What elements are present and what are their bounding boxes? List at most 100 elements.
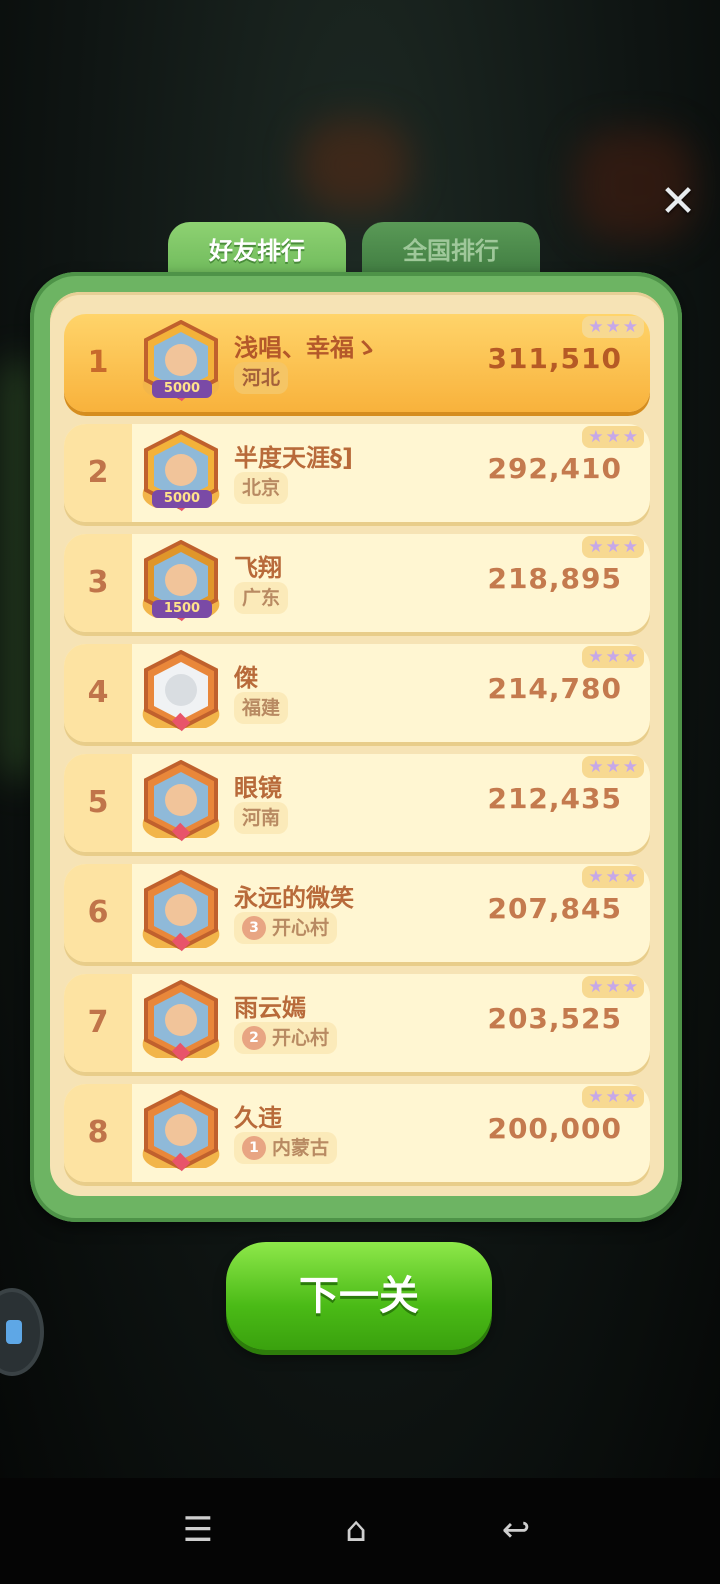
location-text: 广东 (242, 587, 281, 609)
star-icon: ★ (605, 427, 621, 447)
side-menu-button[interactable] (0, 1292, 40, 1372)
location-text: 开心村 (272, 917, 330, 939)
photo-woman-avatar-icon[interactable] (136, 1090, 226, 1176)
stars-rating: ★ ★ ★ (582, 756, 644, 778)
star-icon: ★ (622, 537, 638, 557)
stars-rating: ★ ★ ★ (582, 316, 644, 338)
system-nav-bar: ☰ ⌂ ↩ (0, 1478, 720, 1584)
player-name: 久违 (234, 1104, 282, 1132)
leaderboard-row[interactable]: 4 傑福建 214,780 ★ ★ ★ (64, 644, 650, 742)
stars-rating: ★ ★ ★ (582, 1086, 644, 1108)
star-icon: ★ (588, 647, 604, 667)
location-text: 北京 (242, 477, 281, 499)
player-location: 2 开心村 (234, 1022, 338, 1054)
background-decor (300, 120, 410, 210)
player-name: 永远的微笑 (234, 884, 354, 912)
star-icon: ★ (622, 317, 638, 337)
back-icon[interactable]: ↩ (486, 1500, 546, 1560)
player-score: 214,780 (487, 672, 622, 705)
stars-rating: ★ ★ ★ (582, 426, 644, 448)
leaderboard-row[interactable]: 6 永远的微笑 3 开心村 207,845 ★ ★ ★ (64, 864, 650, 962)
player-location: 1 内蒙古 (234, 1132, 338, 1164)
photo-avatar-icon[interactable] (136, 980, 226, 1066)
star-icon: ★ (605, 867, 621, 887)
location-text: 内蒙古 (272, 1137, 330, 1159)
player-location: 北京 (234, 472, 289, 504)
star-icon: ★ (622, 867, 638, 887)
player-score: 218,895 (487, 562, 622, 595)
player-name: 半度天涯§] (234, 444, 353, 472)
star-icon: ★ (622, 977, 638, 997)
player-name: 眼镜 (234, 774, 282, 802)
player-location: 3 开心村 (234, 912, 338, 944)
avatar-badge: 5000 (152, 490, 212, 508)
level-badge-icon: 1 (242, 1136, 266, 1160)
player-name: 浅唱、幸福ゝ (234, 334, 378, 362)
star-icon: ★ (605, 537, 621, 557)
star-icon: ★ (588, 977, 604, 997)
stars-rating: ★ ★ ★ (582, 976, 644, 998)
player-score: 212,435 (487, 782, 622, 815)
player-score: 200,000 (487, 1112, 622, 1145)
rank-number: 4 (64, 644, 132, 742)
rank-number: 3 (64, 534, 132, 632)
menu-icon[interactable]: ☰ (168, 1500, 228, 1560)
star-icon: ★ (605, 757, 621, 777)
leaderboard-row[interactable]: 2 5000 半度天涯§] 北京 292,410 ★ ★ ★ (64, 424, 650, 522)
star-icon: ★ (622, 647, 638, 667)
stars-rating: ★ ★ ★ (582, 646, 644, 668)
level-badge-icon: 2 (242, 1026, 266, 1050)
avatar-badge: 1500 (152, 600, 212, 618)
location-text: 福建 (242, 697, 281, 719)
close-icon[interactable]: ✕ (658, 180, 698, 224)
star-icon: ★ (588, 757, 604, 777)
rank-number: 7 (64, 974, 132, 1072)
home-icon[interactable]: ⌂ (326, 1500, 386, 1560)
next-level-button[interactable]: 下一关 (226, 1242, 492, 1350)
star-icon: ★ (605, 977, 621, 997)
player-name: 傑 (234, 664, 258, 692)
star-icon: ★ (605, 647, 621, 667)
leaderboard-row[interactable]: 8 久违 1 内蒙古 200,000 ★ ★ ★ (64, 1084, 650, 1182)
star-icon: ★ (605, 1087, 621, 1107)
leaderboard-row[interactable]: 7 雨云嫣 2 开心村 203,525 ★ ★ ★ (64, 974, 650, 1072)
rank-number: 1 (87, 345, 109, 380)
avatar-badge: 5000 (152, 380, 212, 398)
side-button-icon (6, 1320, 22, 1344)
star-icon: ★ (622, 1087, 638, 1107)
star-icon: ★ (622, 427, 638, 447)
leaderboard-row[interactable]: 5 眼镜 河南 212,435 ★ ★ ★ (64, 754, 650, 852)
level-badge-icon: 3 (242, 916, 266, 940)
leaderboard-row[interactable]: 3 1500 飞翔 广东 218,895 ★ ★ ★ (64, 534, 650, 632)
rank-number: 6 (64, 864, 132, 962)
location-text: 河北 (242, 367, 281, 389)
location-text: 河南 (242, 807, 281, 829)
stars-rating: ★ ★ ★ (582, 866, 644, 888)
stars-rating: ★ ★ ★ (582, 536, 644, 558)
star-icon: ★ (588, 1087, 604, 1107)
star-icon: ★ (588, 867, 604, 887)
star-icon: ★ (605, 317, 621, 337)
player-name: 雨云嫣 (234, 994, 306, 1022)
player-score: 292,410 (487, 452, 622, 485)
glasses-avatar-icon[interactable] (136, 760, 226, 846)
location-text: 开心村 (272, 1027, 330, 1049)
player-location: 河北 (234, 362, 289, 394)
player-score: 311,510 (487, 342, 622, 375)
player-score: 207,845 (487, 892, 622, 925)
star-icon: ★ (588, 427, 604, 447)
player-location: 福建 (234, 692, 289, 724)
star-icon: ★ (588, 537, 604, 557)
cartoon-boy-avatar-icon[interactable] (136, 870, 226, 956)
leaderboard-row[interactable]: 1 5000 浅唱、幸福ゝ 河北 311,510 ★ ★ ★ (64, 314, 650, 412)
player-location: 广东 (234, 582, 289, 614)
rank-number: 5 (64, 754, 132, 852)
rank-number: 8 (64, 1084, 132, 1182)
player-location: 河南 (234, 802, 289, 834)
star-icon: ★ (588, 317, 604, 337)
star-icon: ★ (622, 757, 638, 777)
rank-number: 2 (64, 424, 132, 522)
player-name: 飞翔 (234, 554, 282, 582)
player-score: 203,525 (487, 1002, 622, 1035)
mountain-avatar-icon[interactable] (136, 650, 226, 736)
